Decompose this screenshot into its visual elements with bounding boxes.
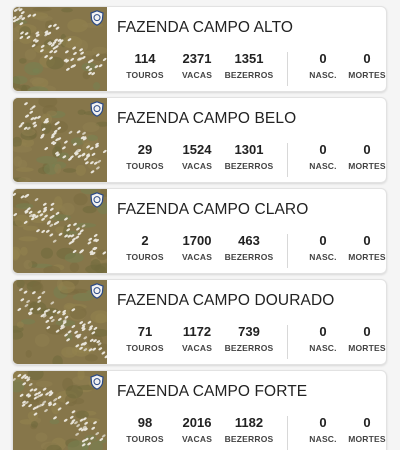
stat-bezerros: 1301 BEZERROS: [221, 142, 277, 172]
stat-mortes: 0 MORTES: [339, 233, 386, 263]
herd-photo: [13, 280, 107, 364]
herd-photo: [13, 7, 107, 91]
stat-vacas: 1524 VACAS: [169, 142, 225, 172]
farm-name: FAZENDA CAMPO CLARO: [117, 201, 309, 218]
vacas-count: 2016: [182, 415, 212, 430]
bezerros-count: 1182: [234, 415, 264, 430]
farm-card[interactable]: FAZENDA CAMPO BELO 29 TOUROS 1524 VACAS …: [12, 97, 387, 183]
herd-photo: [13, 371, 107, 450]
stat-touros: 114 TOUROS: [117, 51, 173, 81]
farm-name: FAZENDA CAMPO DOURADO: [117, 292, 335, 309]
herd-photo: [13, 189, 107, 273]
stat-vacas: 2016 VACAS: [169, 415, 225, 445]
bezerros-count: 1351: [234, 51, 264, 66]
farm-list: FAZENDA CAMPO ALTO 114 TOUROS 2371 VACAS…: [0, 0, 400, 450]
bezerros-label: BEZERROS: [224, 434, 274, 444]
touros-count: 114: [134, 51, 156, 66]
farm-name: FAZENDA CAMPO ALTO: [117, 19, 294, 36]
brand-emblem-icon: [90, 374, 104, 390]
stat-vacas: 1172 VACAS: [169, 324, 225, 354]
stat-bezerros: 1182 BEZERROS: [221, 415, 277, 445]
bezerros-label: BEZERROS: [224, 252, 274, 262]
farm-stats: 114 TOUROS 2371 VACAS 1351 BEZERROS 0 NA…: [117, 51, 386, 87]
touros-count: 29: [137, 142, 153, 157]
mortes-label: MORTES: [348, 434, 386, 444]
stat-touros: 71 TOUROS: [117, 324, 173, 354]
stat-touros: 2 TOUROS: [117, 233, 173, 263]
touros-label: TOUROS: [126, 343, 164, 353]
vacas-label: VACAS: [181, 343, 213, 353]
brand-emblem-icon: [90, 192, 104, 208]
herd-photo: [13, 98, 107, 182]
vacas-label: VACAS: [181, 252, 213, 262]
stats-divider: [287, 234, 288, 268]
stats-divider: [287, 52, 288, 86]
farm-card[interactable]: FAZENDA CAMPO FORTE 98 TOUROS 2016 VACAS…: [12, 370, 387, 450]
mortes-count: 0: [363, 324, 371, 339]
farm-card[interactable]: FAZENDA CAMPO CLARO 2 TOUROS 1700 VACAS …: [12, 188, 387, 274]
farm-stats: 2 TOUROS 1700 VACAS 463 BEZERROS 0 NASC.…: [117, 233, 386, 269]
touros-count: 2: [141, 233, 149, 248]
touros-label: TOUROS: [126, 252, 164, 262]
farm-stats: 71 TOUROS 1172 VACAS 739 BEZERROS 0 NASC…: [117, 324, 386, 360]
vacas-label: VACAS: [181, 70, 213, 80]
vacas-count: 2371: [182, 51, 212, 66]
bezerros-label: BEZERROS: [224, 70, 274, 80]
mortes-count: 0: [363, 233, 371, 248]
bezerros-label: BEZERROS: [224, 343, 274, 353]
farm-stats: 29 TOUROS 1524 VACAS 1301 BEZERROS 0 NAS…: [117, 142, 386, 178]
touros-label: TOUROS: [126, 434, 164, 444]
bezerros-count: 739: [238, 324, 260, 339]
mortes-count: 0: [363, 51, 371, 66]
mortes-label: MORTES: [348, 343, 386, 353]
stat-mortes: 0 MORTES: [339, 415, 386, 445]
stats-divider: [287, 416, 288, 450]
stat-mortes: 0 MORTES: [339, 51, 386, 81]
stat-bezerros: 463 BEZERROS: [221, 233, 277, 263]
stats-divider: [287, 325, 288, 359]
stat-bezerros: 1351 BEZERROS: [221, 51, 277, 81]
vacas-label: VACAS: [181, 434, 213, 444]
mortes-count: 0: [363, 415, 371, 430]
bezerros-label: BEZERROS: [224, 161, 274, 171]
vacas-count: 1700: [182, 233, 212, 248]
brand-emblem-icon: [90, 101, 104, 117]
stat-touros: 29 TOUROS: [117, 142, 173, 172]
farm-card[interactable]: FAZENDA CAMPO ALTO 114 TOUROS 2371 VACAS…: [12, 6, 387, 92]
bezerros-count: 463: [238, 233, 260, 248]
stat-mortes: 0 MORTES: [339, 324, 386, 354]
vacas-label: VACAS: [181, 161, 213, 171]
mortes-label: MORTES: [348, 70, 386, 80]
mortes-label: MORTES: [348, 161, 386, 171]
farm-stats: 98 TOUROS 2016 VACAS 1182 BEZERROS 0 NAS…: [117, 415, 386, 450]
touros-count: 98: [137, 415, 153, 430]
stats-divider: [287, 143, 288, 177]
stat-vacas: 2371 VACAS: [169, 51, 225, 81]
stat-bezerros: 739 BEZERROS: [221, 324, 277, 354]
stat-touros: 98 TOUROS: [117, 415, 173, 445]
farm-name: FAZENDA CAMPO BELO: [117, 110, 297, 127]
stat-mortes: 0 MORTES: [339, 142, 386, 172]
brand-emblem-icon: [90, 10, 104, 26]
touros-label: TOUROS: [126, 70, 164, 80]
touros-label: TOUROS: [126, 161, 164, 171]
vacas-count: 1172: [182, 324, 212, 339]
mortes-count: 0: [363, 142, 371, 157]
brand-emblem-icon: [90, 283, 104, 299]
farm-name: FAZENDA CAMPO FORTE: [117, 383, 308, 400]
touros-count: 71: [137, 324, 153, 339]
farm-card[interactable]: FAZENDA CAMPO DOURADO 71 TOUROS 1172 VAC…: [12, 279, 387, 365]
bezerros-count: 1301: [234, 142, 264, 157]
stat-vacas: 1700 VACAS: [169, 233, 225, 263]
vacas-count: 1524: [182, 142, 212, 157]
mortes-label: MORTES: [348, 252, 386, 262]
